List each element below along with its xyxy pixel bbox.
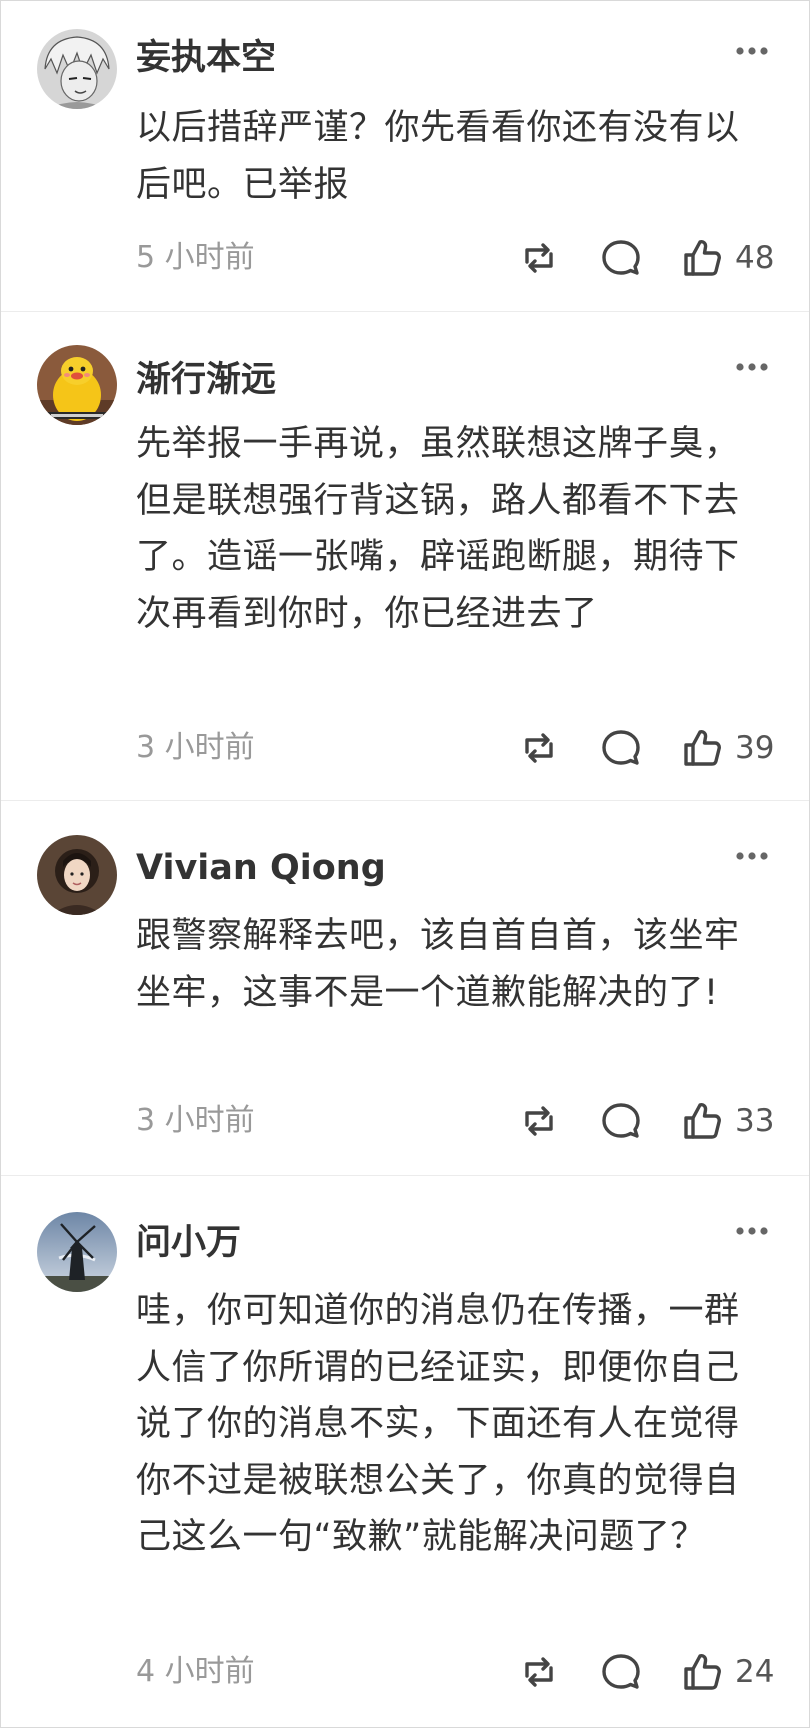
windmill-avatar-icon xyxy=(37,1212,117,1292)
avatar[interactable] xyxy=(37,29,117,109)
like-count: 39 xyxy=(735,730,775,766)
timestamp: 3 小时前 xyxy=(136,730,255,765)
username[interactable]: 妄执本空 xyxy=(136,33,276,83)
username[interactable]: Vivian Qiong xyxy=(136,843,386,893)
like-count: 24 xyxy=(735,1654,775,1690)
comment-text: 先举报一手再说，虽然联想这牌子臭，但是联想强行背这锅，路人都看不下去了。造谣一张… xyxy=(136,424,740,634)
thumbs-up-icon[interactable] xyxy=(680,1650,724,1694)
comment-item: Vivian Qiong 跟警察解释去吧，该自首自首，该坐牢坐牢，这事不是一个道… xyxy=(1,801,809,1176)
reply-icon[interactable] xyxy=(599,1099,643,1143)
avatar[interactable] xyxy=(37,345,117,425)
timestamp: 4 小时前 xyxy=(136,1654,255,1689)
avatar[interactable] xyxy=(37,1212,117,1292)
thumbs-up-icon[interactable] xyxy=(680,236,724,280)
repost-icon[interactable] xyxy=(517,726,561,770)
comment-item: 问小万 哇，你可知道你的消息仍在传播，一群人信了你所谓的已经证实，即便你自己说了… xyxy=(1,1176,809,1727)
thumbs-up-icon[interactable] xyxy=(680,1099,724,1143)
reply-icon[interactable] xyxy=(599,236,643,280)
comment-text: 以后措辞严谨？你先看看你还有没有以后吧。已举报 xyxy=(136,108,740,205)
thumbs-up-icon[interactable] xyxy=(680,726,724,770)
comment-list: 妄执本空 以后措辞严谨？你先看看你还有没有以后吧。已举报 5 小时前 48 渐行… xyxy=(0,0,810,1728)
repost-icon[interactable] xyxy=(517,236,561,280)
like-count: 48 xyxy=(735,240,775,276)
avatar[interactable] xyxy=(37,835,117,915)
comment-item: 妄执本空 以后措辞严谨？你先看看你还有没有以后吧。已举报 5 小时前 48 xyxy=(1,1,809,312)
more-dots-icon[interactable] xyxy=(732,846,772,866)
comment-item: 渐行渐远 先举报一手再说，虽然联想这牌子臭，但是联想强行背这锅，路人都看不下去了… xyxy=(1,312,809,801)
reply-icon[interactable] xyxy=(599,1650,643,1694)
anime-character-avatar-icon xyxy=(37,29,117,109)
photo-portrait-avatar-icon xyxy=(37,835,117,915)
more-dots-icon[interactable] xyxy=(732,357,772,377)
like-count: 33 xyxy=(735,1103,775,1139)
username[interactable]: 问小万 xyxy=(136,1218,241,1268)
repost-icon[interactable] xyxy=(517,1650,561,1694)
more-dots-icon[interactable] xyxy=(732,41,772,61)
username[interactable]: 渐行渐远 xyxy=(136,355,276,405)
repost-icon[interactable] xyxy=(517,1099,561,1143)
comment-text: 哇，你可知道你的消息仍在传播，一群人信了你所谓的已经证实，即便你自己说了你的消息… xyxy=(136,1291,740,1557)
timestamp: 3 小时前 xyxy=(136,1103,255,1138)
yellow-mascot-avatar-icon xyxy=(37,345,117,425)
more-dots-icon[interactable] xyxy=(732,1221,772,1241)
timestamp: 5 小时前 xyxy=(136,240,255,275)
comment-text: 跟警察解释去吧，该自首自首，该坐牢坐牢，这事不是一个道歉能解决的了! xyxy=(136,916,740,1013)
reply-icon[interactable] xyxy=(599,726,643,770)
